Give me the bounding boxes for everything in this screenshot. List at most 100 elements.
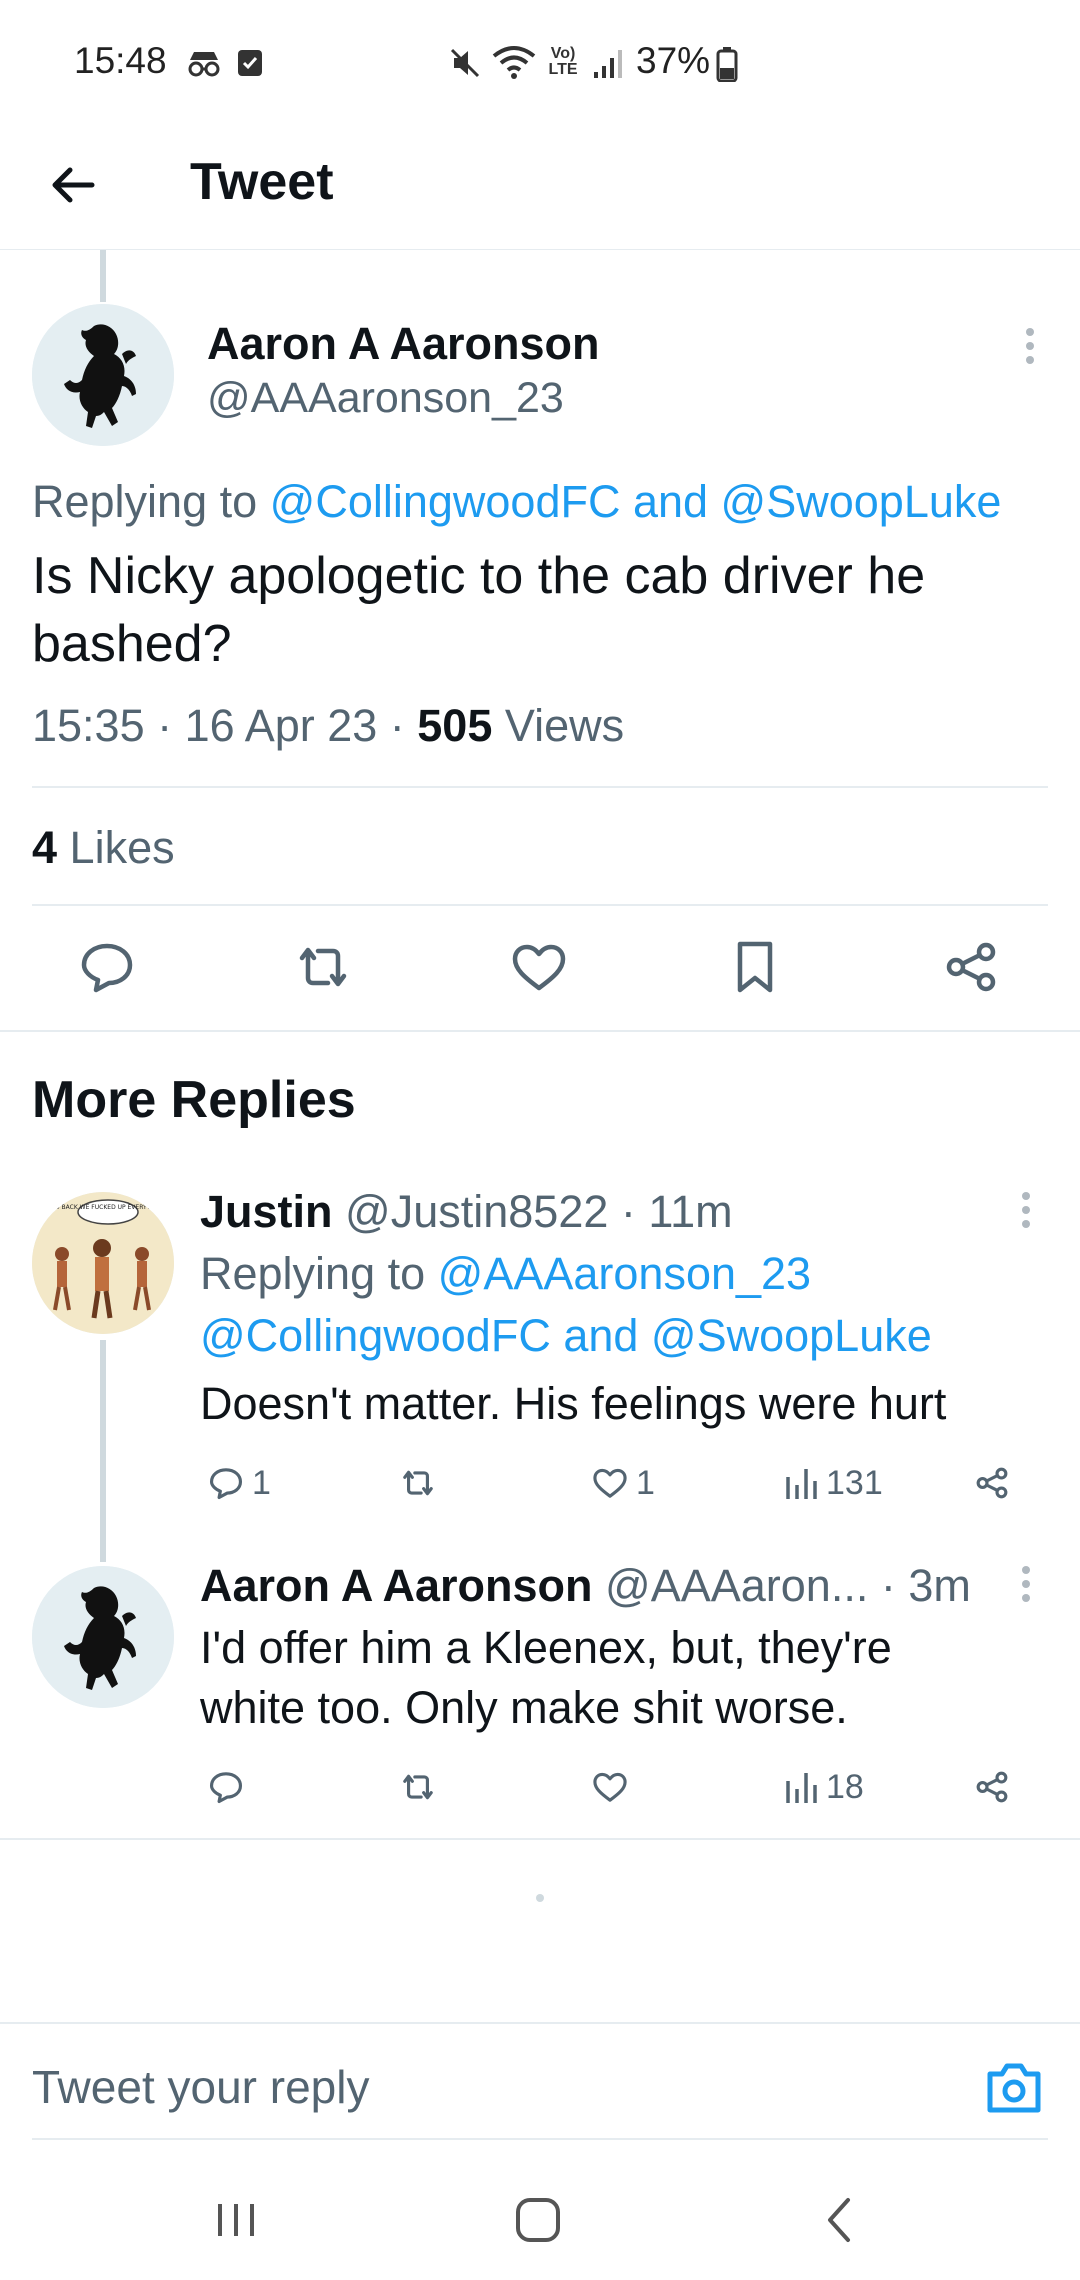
- heart-icon: [512, 944, 566, 991]
- loading-indicator: [536, 1894, 544, 1902]
- share-icon: [976, 1771, 1008, 1803]
- views-button[interactable]: 18: [782, 1762, 864, 1812]
- reply-button[interactable]: [72, 932, 142, 1002]
- bookmark-button[interactable]: [720, 932, 790, 1002]
- network-type: Vo) LTE: [548, 45, 578, 78]
- reply-text: Doesn't matter. His feelings were hurt: [200, 1378, 947, 1429]
- reply-button[interactable]: 1: [204, 1458, 271, 1508]
- heart-icon: [593, 1468, 627, 1498]
- top-app-bar: Tweet: [0, 120, 1080, 250]
- horse-logo-icon: [32, 1566, 174, 1708]
- analytics-icon: [786, 1773, 817, 1803]
- share-icon: [976, 1467, 1008, 1499]
- avatar-caption: GO BACK WE FUCKED UP EVERYTHING: [50, 1204, 166, 1211]
- avatar[interactable]: GO BACK WE FUCKED UP EVERYTHING: [32, 1192, 174, 1334]
- author-handle[interactable]: @AAAaronson_23: [207, 374, 564, 423]
- bookmark-icon: [737, 941, 773, 993]
- like-button[interactable]: [504, 932, 574, 1002]
- tweet-time: 15:35: [32, 700, 145, 751]
- view-count: 18: [826, 1767, 864, 1806]
- signal-icon: [592, 46, 626, 80]
- likes-label: Likes: [69, 822, 175, 873]
- author-name[interactable]: Aaron A Aaronson: [207, 318, 600, 370]
- replying-prefix: Replying to: [32, 476, 258, 527]
- divider: [32, 2138, 1048, 2140]
- reply-time: · 11m: [620, 1186, 733, 1237]
- reply-author-handle[interactable]: @AAAaron...: [605, 1560, 868, 1611]
- reply-composer[interactable]: Tweet your reply: [0, 2024, 1080, 2140]
- share-button[interactable]: [970, 1762, 1014, 1812]
- status-time: 15:48: [74, 40, 167, 81]
- avatar[interactable]: [32, 1566, 174, 1708]
- replying-target-1[interactable]: @AAAaronson_23: [438, 1248, 811, 1299]
- reply-text-line-2: white too. Only make shit worse.: [200, 1682, 848, 1733]
- more-replies-title: More Replies: [32, 1071, 356, 1129]
- comment-icon: [81, 943, 133, 993]
- replying-prefix: Replying to: [200, 1248, 426, 1299]
- analytics-icon: [786, 1469, 817, 1499]
- like-count: 1: [636, 1463, 655, 1502]
- view-count: 131: [826, 1463, 883, 1502]
- tweet-text: Is Nicky apologetic to the cab driver he…: [32, 547, 926, 673]
- avatar[interactable]: [32, 304, 174, 446]
- likes-count: 4: [32, 822, 58, 873]
- retweet-icon: [299, 947, 347, 987]
- reply-author-name[interactable]: Justin: [200, 1186, 333, 1237]
- reply-author-name[interactable]: Aaron A Aaronson: [200, 1560, 593, 1611]
- system-navigation-bar: [0, 2160, 1080, 2280]
- more-options-icon[interactable]: [1010, 322, 1050, 372]
- tweet-date[interactable]: 16 Apr 23: [185, 700, 378, 751]
- more-options-icon[interactable]: [1006, 1186, 1046, 1236]
- like-button[interactable]: [588, 1762, 632, 1812]
- views-count: 505: [417, 700, 493, 751]
- replying-to: Replying to @CollingwoodFC and @SwoopLuk…: [32, 476, 1001, 528]
- replying-to: Replying to @AAAaronson_23: [200, 1248, 811, 1300]
- cartoon-avatar-icon: GO BACK WE FUCKED UP EVERYTHING: [32, 1192, 174, 1334]
- system-back-button[interactable]: [800, 2180, 880, 2260]
- reply-header: Justin @Justin8522 · 11m: [200, 1186, 733, 1238]
- incognito-icon: [186, 48, 222, 78]
- page-title: Tweet: [190, 153, 334, 211]
- checkbox-notification-icon: [236, 48, 264, 78]
- replying-target-2[interactable]: @CollingwoodFC and @SwoopLuke: [200, 1310, 932, 1362]
- likes-summary[interactable]: 4 Likes: [32, 822, 175, 874]
- battery-percentage: 37%: [636, 40, 711, 81]
- wifi-icon: [492, 44, 536, 80]
- camera-button[interactable]: [984, 2060, 1044, 2116]
- views-button[interactable]: 131: [782, 1458, 883, 1508]
- heart-icon: [593, 1772, 627, 1802]
- chevron-left-icon: [828, 2198, 850, 2242]
- retweet-icon: [403, 1774, 433, 1800]
- reply-time: · 3m: [880, 1560, 971, 1611]
- thread-connector: [100, 1340, 106, 1562]
- reply-button[interactable]: [204, 1762, 248, 1812]
- retweet-icon: [403, 1470, 433, 1496]
- reply-input[interactable]: Tweet your reply: [32, 2060, 369, 2114]
- views-label: Views: [504, 700, 625, 751]
- tweet-meta: 15:35 · 16 Apr 23 · 505 Views: [32, 700, 625, 751]
- recent-apps-icon: [218, 2204, 254, 2236]
- like-button[interactable]: 1: [588, 1458, 655, 1508]
- retweet-button[interactable]: [288, 932, 358, 1002]
- status-bar: 15:48 Vo) LTE 37%: [0, 0, 1080, 120]
- share-button[interactable]: [936, 932, 1006, 1002]
- back-button[interactable]: [40, 150, 110, 220]
- horse-logo-icon: [32, 304, 174, 446]
- reply-header: Aaron A Aaronson @AAAaron... · 3m: [200, 1560, 971, 1612]
- home-button[interactable]: [498, 2180, 578, 2260]
- comment-icon: [209, 1772, 243, 1804]
- reply-count: 1: [252, 1463, 271, 1502]
- retweet-button[interactable]: [396, 1458, 440, 1508]
- comment-icon: [209, 1468, 243, 1500]
- retweet-button[interactable]: [396, 1762, 440, 1812]
- reply-text-line-1: I'd offer him a Kleenex, but, they're: [200, 1622, 892, 1673]
- battery-icon: [716, 46, 738, 82]
- divider: [32, 786, 1048, 788]
- thread-connector: [100, 250, 106, 302]
- recent-apps-button[interactable]: [196, 2180, 276, 2260]
- more-options-icon[interactable]: [1006, 1560, 1046, 1610]
- section-divider: [0, 1030, 1080, 1032]
- share-button[interactable]: [970, 1458, 1014, 1508]
- replying-targets[interactable]: @CollingwoodFC and @SwoopLuke: [270, 476, 1002, 527]
- reply-author-handle[interactable]: @Justin8522: [345, 1186, 608, 1237]
